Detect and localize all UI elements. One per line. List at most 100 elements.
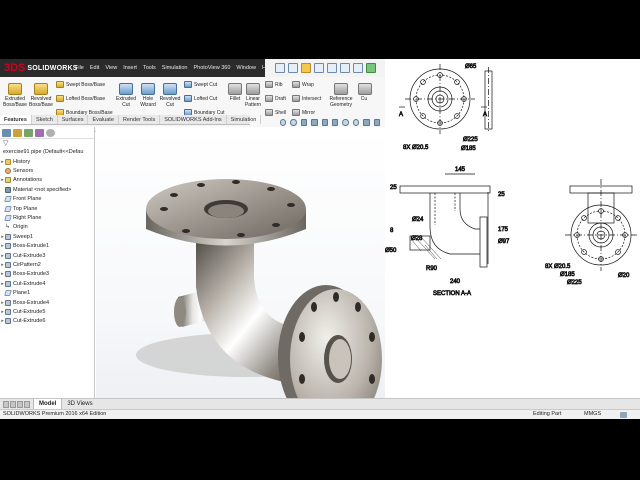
filter-icon[interactable]: ▽ — [0, 139, 94, 148]
sensor-icon — [5, 168, 11, 175]
hide-show-icon[interactable] — [342, 118, 349, 126]
tab-surfaces[interactable]: Surfaces — [58, 115, 89, 124]
scene-icon[interactable] — [363, 118, 370, 126]
section-view-icon[interactable] — [311, 118, 318, 126]
draft-button[interactable]: Draft — [265, 95, 286, 102]
shell-button[interactable]: Shell — [265, 109, 286, 116]
graphics-area[interactable] — [96, 127, 385, 398]
home-icon[interactable] — [275, 63, 285, 73]
lofted-cut-button[interactable]: Lofted Cut — [184, 95, 217, 102]
appearance-icon[interactable] — [352, 118, 360, 126]
rebuild-icon[interactable] — [366, 63, 376, 73]
mirror-button[interactable]: Mirror — [292, 109, 315, 116]
select-pointer-icon[interactable] — [353, 63, 363, 73]
tab-simulation[interactable]: Simulation — [227, 115, 262, 124]
tree-item[interactable]: ▸ Boss-Extrude1 — [0, 242, 94, 251]
tree-item[interactable]: Top Plane — [0, 204, 94, 213]
rib-button[interactable]: Rib — [265, 81, 283, 88]
new-document-icon[interactable] — [288, 63, 298, 73]
menu-simulation[interactable]: Simulation — [159, 65, 191, 71]
menu-insert[interactable]: Insert — [120, 65, 140, 71]
pipe-3d-model — [136, 179, 382, 398]
dim-d28: Ø28 — [411, 236, 423, 242]
menu-edit[interactable]: Edit — [87, 65, 102, 71]
units-selector[interactable]: MMGS — [584, 411, 601, 417]
swept-cut-button[interactable]: Swept Cut — [184, 81, 217, 88]
tree-item-label: Sensors — [13, 168, 34, 175]
menu-file[interactable]: File — [72, 65, 87, 71]
tree-item[interactable]: ▸ Cut-Extrude5 — [0, 307, 94, 316]
display-style-icon[interactable] — [332, 118, 339, 126]
configuration-manager-icon[interactable] — [24, 129, 33, 137]
open-folder-icon[interactable] — [301, 63, 311, 73]
tree-item-label: Annotations — [13, 177, 43, 184]
next-tab-icon[interactable] — [17, 400, 23, 408]
tree-item[interactable]: ▸ CirPattern2 — [0, 260, 94, 269]
linear-pattern-button[interactable]: Linear Pattern — [243, 83, 263, 108]
tree-item[interactable]: ▸ Annotations — [0, 176, 94, 185]
tab-3d-views[interactable]: 3D Views — [62, 399, 97, 410]
tree-item[interactable]: Sensors — [0, 166, 94, 175]
tree-item[interactable]: Right Plane — [0, 213, 94, 222]
tree-item[interactable]: ↳ Origin — [0, 223, 94, 232]
tree-item[interactable]: ▸ Cut-Extrude4 — [0, 279, 94, 288]
undo-icon[interactable] — [340, 63, 350, 73]
zoom-area-icon[interactable] — [290, 118, 297, 126]
lofted-boss-button[interactable]: Lofted Boss/Base — [56, 95, 105, 102]
manager-tabs — [0, 127, 94, 139]
tree-item[interactable]: Material <not specified> — [0, 185, 94, 194]
tree-item[interactable]: Front Plane — [0, 195, 94, 204]
tab-features[interactable]: Features — [0, 115, 32, 124]
dimxpert-manager-icon[interactable] — [35, 129, 44, 137]
view-orientation-icon[interactable] — [321, 118, 329, 126]
intersect-button[interactable]: Intersect — [292, 95, 321, 102]
tree-item[interactable]: ▸ History — [0, 157, 94, 166]
last-tab-icon[interactable] — [24, 400, 30, 408]
menu-window[interactable]: Window — [233, 65, 259, 71]
save-icon[interactable] — [314, 63, 324, 73]
feature-icon — [5, 318, 11, 325]
status-mode: Editing Part — [533, 411, 562, 417]
zoom-to-fit-icon[interactable] — [280, 118, 287, 126]
plane-icon — [4, 196, 12, 203]
annotation-icon — [5, 177, 11, 184]
tree-item[interactable]: ▸ Sweep1 — [0, 232, 94, 241]
extruded-cut-button[interactable]: Extruded Cut — [114, 83, 138, 108]
previous-view-icon[interactable] — [300, 118, 308, 126]
tab-sketch[interactable]: Sketch — [32, 115, 58, 124]
tab-render-tools[interactable]: Render Tools — [119, 115, 161, 124]
plane-icon — [4, 215, 12, 222]
menu-tools[interactable]: Tools — [140, 65, 159, 71]
curves-button[interactable]: Cu — [358, 83, 372, 102]
property-manager-icon[interactable] — [13, 129, 22, 137]
feature-manager-icon[interactable] — [2, 129, 11, 137]
tree-item[interactable]: ▸ Cut-Extrude6 — [0, 317, 94, 326]
dim-d24: Ø24 — [412, 217, 424, 223]
swept-boss-button[interactable]: Swept Boss/Base — [56, 81, 105, 88]
fillet-button[interactable]: Fillet — [227, 83, 243, 102]
tree-item[interactable]: ▸ Boss-Extrude4 — [0, 298, 94, 307]
revolved-cut-button[interactable]: Revolved Cut — [158, 83, 182, 108]
tree-root-part[interactable]: exercise91 pipe (Default<<Defau — [0, 148, 94, 157]
tab-addins[interactable]: SOLIDWORKS Add-Ins — [160, 115, 227, 124]
tab-model[interactable]: Model — [33, 398, 63, 410]
print-icon[interactable] — [327, 63, 337, 73]
reference-geometry-button[interactable]: Reference Geometry — [326, 83, 356, 108]
menu-view[interactable]: View — [102, 65, 120, 71]
tab-evaluate[interactable]: Evaluate — [88, 115, 119, 124]
extruded-boss-button[interactable]: Extruded Boss/Base — [2, 83, 28, 108]
tree-item[interactable]: ▸ Cut-Extrude3 — [0, 251, 94, 260]
solidworks-logo[interactable]: 3DS SOLIDWORKS — [0, 62, 77, 74]
menu-photoview[interactable]: PhotoView 360 — [190, 65, 233, 71]
display-manager-icon[interactable] — [46, 129, 55, 137]
tree-item[interactable]: Plane1 — [0, 288, 94, 297]
tree-item[interactable]: ▸ Boss-Extrude3 — [0, 270, 94, 279]
view-settings-icon[interactable] — [373, 118, 381, 126]
hole-wizard-button[interactable]: Hole Wizard — [137, 83, 159, 108]
revolved-boss-button[interactable]: Revolved Boss/Base — [28, 83, 54, 108]
wrap-button[interactable]: Wrap — [292, 81, 314, 88]
help-icon[interactable] — [620, 412, 627, 418]
top-view — [399, 64, 493, 134]
prev-tab-icon[interactable] — [10, 400, 16, 408]
first-tab-icon[interactable] — [3, 400, 9, 408]
